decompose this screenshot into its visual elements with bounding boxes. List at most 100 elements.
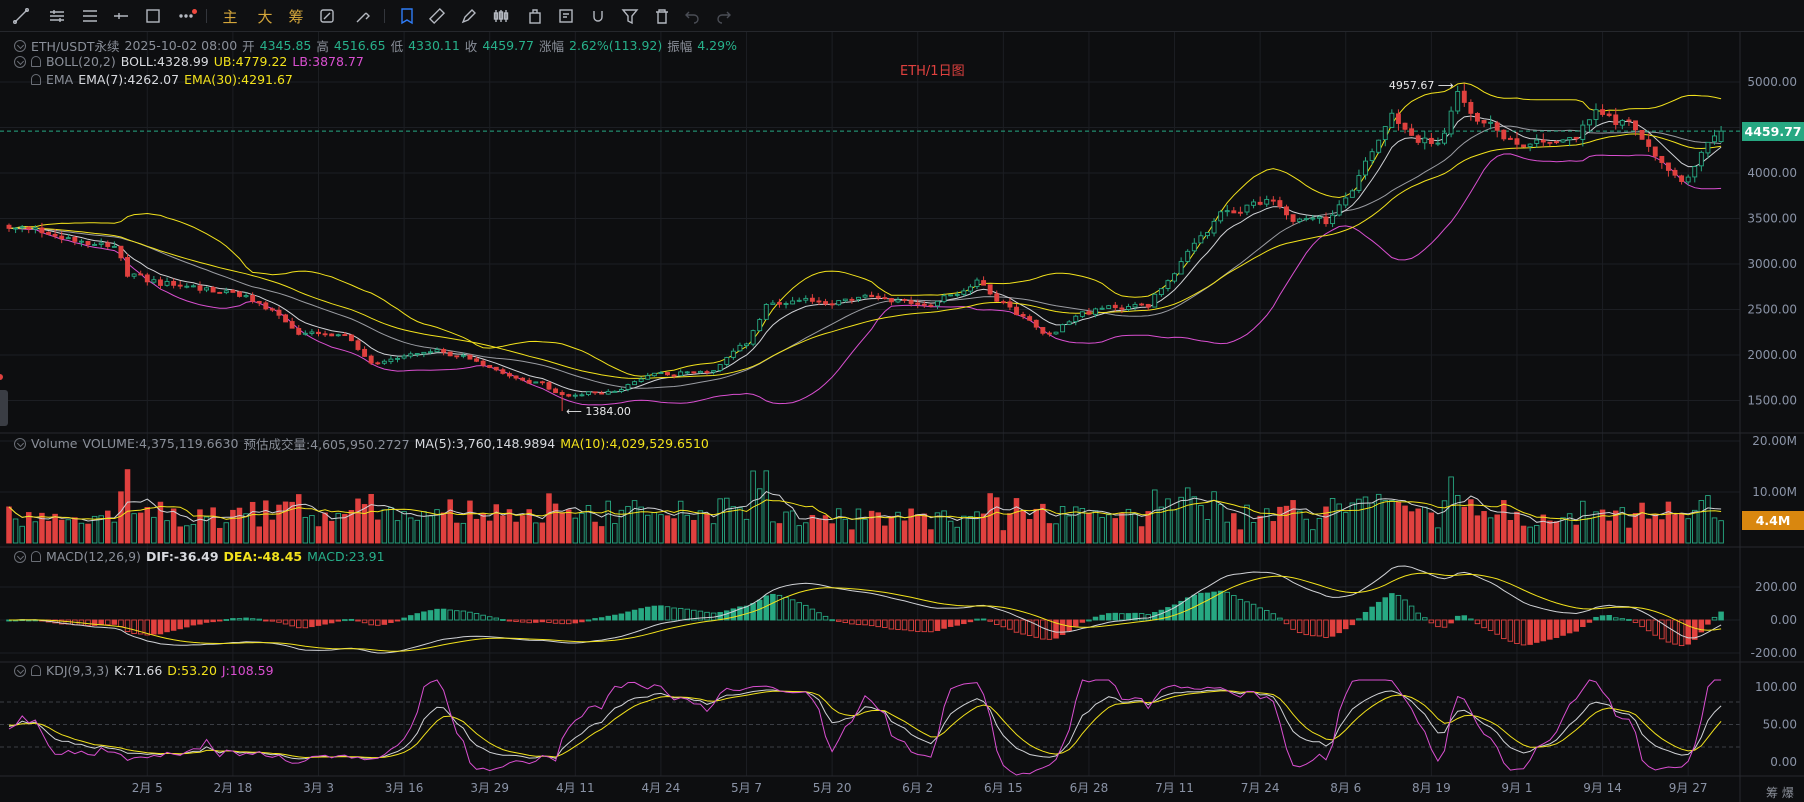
collapse-icon[interactable] [14, 437, 26, 450]
ema-name[interactable]: EMA [46, 72, 73, 87]
bell-icon[interactable] [31, 665, 41, 676]
volume-bar [105, 510, 111, 544]
macd-name[interactable]: MACD(12,26,9) [46, 549, 141, 564]
candle [605, 389, 611, 395]
volume-bar [164, 520, 170, 544]
candle [217, 291, 223, 294]
volume-bar [1053, 523, 1059, 544]
volume-bar [1540, 514, 1547, 544]
macd-bar [421, 611, 427, 621]
candle [322, 330, 328, 337]
candle-body [1501, 129, 1507, 140]
candle [572, 393, 578, 399]
sidebar-toggle-handle[interactable] [0, 390, 8, 426]
candle [1507, 135, 1513, 140]
collapse-icon[interactable] [14, 550, 26, 563]
macd-bar [1639, 619, 1645, 628]
macd-bar [500, 618, 506, 621]
candle-body [566, 394, 572, 397]
collapse-icon[interactable] [14, 39, 26, 52]
candle [144, 272, 150, 286]
collapse-icon[interactable] [14, 664, 26, 677]
macd-bar [1092, 616, 1099, 621]
price-axis-label: 2500.00 [1747, 303, 1797, 317]
macd-bar [1408, 605, 1415, 621]
macd-bar [1606, 614, 1612, 621]
macd-bar [651, 605, 658, 621]
candle [730, 348, 736, 360]
volume-bar [901, 520, 908, 544]
macd-bar [638, 608, 644, 621]
candle-body [6, 224, 12, 229]
candle-body [1600, 109, 1606, 115]
candle-body [342, 334, 348, 337]
change-label: 涨幅 [539, 39, 565, 54]
candle [1014, 303, 1019, 316]
volume-name[interactable]: Volume [31, 436, 78, 451]
collapse-icon[interactable] [14, 55, 26, 68]
volume-bar [1020, 510, 1026, 544]
candle [177, 280, 183, 290]
candle-body [1290, 214, 1296, 222]
volume-bar [849, 529, 855, 544]
macd-bar [664, 606, 671, 621]
macd-bar [1652, 619, 1658, 636]
macd-bar [1086, 619, 1092, 622]
volume-bar [1527, 526, 1533, 544]
macd-bar [276, 619, 282, 623]
chart-canvas[interactable]: 5000.004500.004000.003500.003000.002500.… [0, 0, 1804, 802]
volume-bar [546, 493, 552, 544]
macd-bar [375, 619, 381, 626]
boll-name[interactable]: BOLL(20,2) [46, 54, 116, 69]
kdj-name[interactable]: KDJ(9,3,3) [46, 663, 109, 678]
volume-bar [724, 497, 730, 544]
candle-body [421, 351, 427, 355]
volume-bar [710, 523, 717, 544]
volume-axis-label: 10.00M [1752, 485, 1797, 499]
candle-body [1461, 90, 1467, 103]
volume-bar [1652, 514, 1658, 544]
macd-bar [282, 619, 289, 625]
side-labels[interactable]: 筹 爆 [1766, 784, 1794, 801]
candle-body [928, 304, 934, 307]
candle-body [250, 295, 256, 302]
macd-bar [1580, 619, 1586, 628]
volume-bar [921, 513, 928, 544]
bell-icon[interactable] [31, 74, 41, 85]
macd-bar [849, 619, 855, 625]
candle-body [803, 297, 809, 301]
macd-bar [565, 619, 572, 625]
macd-bar [1112, 612, 1119, 621]
volume-bar [440, 512, 447, 544]
volume-bar [190, 523, 197, 544]
candle [78, 238, 84, 247]
candle-body [441, 349, 447, 353]
macd-bar [111, 619, 118, 625]
candle [902, 298, 908, 303]
bell-icon[interactable] [31, 551, 41, 562]
candle [539, 380, 545, 386]
candle-body [1053, 331, 1059, 335]
candle [348, 334, 354, 342]
macd-bar [216, 619, 223, 622]
candle-body [915, 302, 921, 305]
bell-icon[interactable] [31, 56, 41, 67]
volume-bar [677, 500, 684, 544]
volume-bar [776, 523, 783, 544]
candle-body [1626, 119, 1632, 122]
volume-bar [592, 521, 598, 544]
macd-bar [131, 619, 137, 634]
macd-bar [882, 619, 888, 628]
candle [711, 370, 717, 375]
candle-body [164, 281, 170, 286]
candle-body [1211, 220, 1217, 234]
volume-bar [612, 523, 618, 544]
volume-bar [302, 516, 309, 544]
volume-bar [1507, 519, 1514, 544]
candle [13, 227, 19, 234]
candle-body [269, 308, 275, 311]
min-price-marker: ⟵ 1384.00 [566, 405, 631, 418]
candle-body [98, 242, 104, 245]
macd-bar [1632, 619, 1639, 623]
candle [882, 293, 888, 300]
